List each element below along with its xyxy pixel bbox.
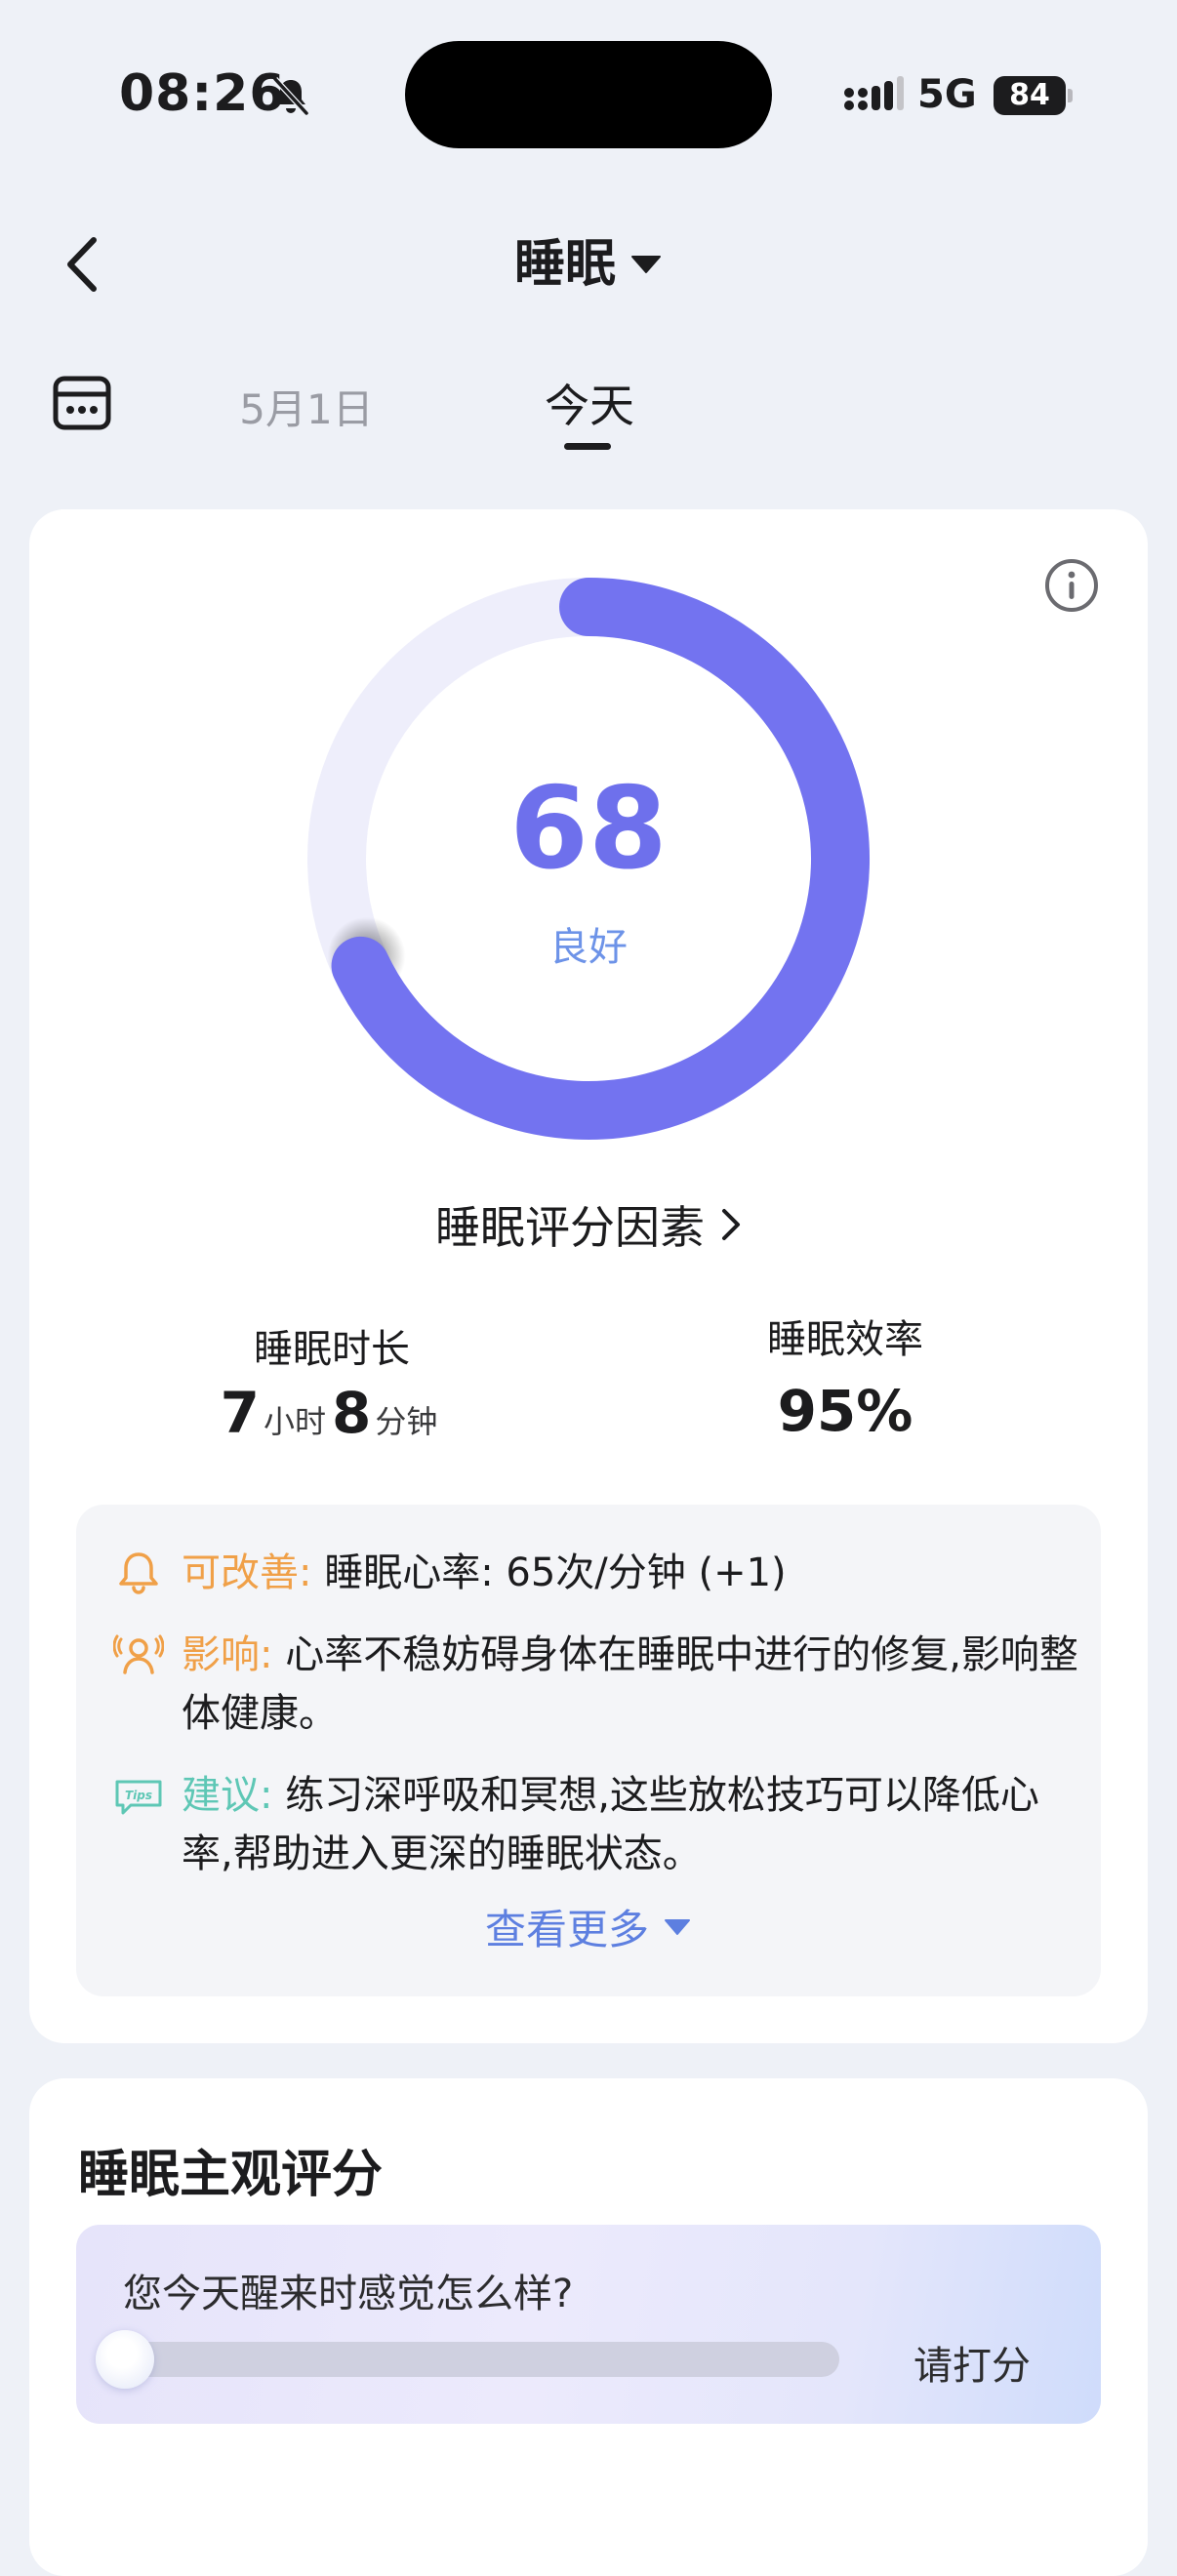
rating-panel: 您今天醒来时感觉怎么样? 请打分 — [76, 2225, 1101, 2424]
svg-text:Tips: Tips — [125, 1789, 152, 1802]
chevron-right-icon — [722, 1209, 740, 1240]
advice-impact-key: 影响: — [182, 1632, 273, 1677]
duration-minutes: 8 — [332, 1380, 372, 1446]
see-more-link[interactable]: 查看更多 — [76, 1897, 1101, 1956]
tab-date-previous[interactable]: 5月1日 — [209, 377, 404, 436]
duration-hours: 7 — [220, 1380, 260, 1446]
rating-slider-track[interactable] — [105, 2342, 839, 2377]
caret-down-icon — [665, 1918, 690, 1935]
bell-icon — [119, 1552, 158, 1594]
score-factors-label: 睡眠评分因素 — [435, 1201, 705, 1254]
advice-panel: 可改善: 睡眠心率: 65次/分钟 (+1) 影响: 心率不稳妨碍身体在睡眠中进… — [76, 1505, 1101, 1996]
status-time: 08:26 — [119, 64, 286, 123]
cellular-signal-icon — [844, 76, 904, 110]
advice-suggestion-key: 建议: — [182, 1773, 273, 1818]
advice-suggestion-text: 练习深呼吸和冥想,这些放松技巧可以降低心率,帮助进入更深的睡眠状态。 — [182, 1773, 1039, 1876]
caret-down-icon — [631, 256, 661, 273]
sleep-duration-value: 7 小时 8 分钟 — [137, 1380, 527, 1446]
network-type: 5G — [917, 72, 977, 117]
rate-button[interactable]: 请打分 — [913, 2334, 1031, 2391]
info-icon[interactable] — [1042, 556, 1101, 615]
rating-slider-thumb[interactable] — [96, 2330, 154, 2389]
tab-date-today[interactable]: 今天 — [511, 371, 668, 435]
tab-active-indicator — [564, 443, 611, 450]
battery-level: 84 — [994, 76, 1066, 115]
see-more-label: 查看更多 — [484, 1906, 649, 1953]
subjective-rating-title: 睡眠主观评分 — [78, 2146, 384, 2204]
sleep-duration-label: 睡眠时长 — [254, 1327, 410, 1372]
sleep-efficiency-label: 睡眠效率 — [767, 1317, 923, 1362]
battery-icon: 84 — [994, 76, 1073, 115]
duration-minutes-unit: 分钟 — [375, 1403, 438, 1440]
page-title-dropdown[interactable]: 睡眠 — [0, 230, 1177, 299]
score-factors-link[interactable]: 睡眠评分因素 — [0, 1192, 1177, 1257]
dynamic-island — [405, 41, 772, 148]
bell-muted-icon — [272, 76, 309, 116]
sleep-score-value: 68 — [509, 763, 668, 895]
rating-question: 您今天醒来时感觉怎么样? — [123, 2272, 574, 2316]
tips-icon: Tips — [115, 1780, 162, 1815]
sleep-score-rating: 良好 — [549, 925, 628, 970]
person-alert-icon — [113, 1634, 164, 1674]
advice-improve-text: 睡眠心率: 65次/分钟 (+1) — [324, 1550, 787, 1595]
calendar-icon[interactable] — [51, 371, 113, 433]
advice-impact-text: 心率不稳妨碍身体在睡眠中进行的修复,影响整体健康。 — [182, 1632, 1078, 1736]
duration-hours-unit: 小时 — [263, 1403, 326, 1440]
page-title: 睡眠 — [513, 235, 616, 294]
sleep-efficiency-value: 95% — [777, 1378, 913, 1444]
advice-improve-key: 可改善: — [182, 1550, 312, 1595]
status-bar: 08:26 5G 84 — [0, 0, 1177, 185]
